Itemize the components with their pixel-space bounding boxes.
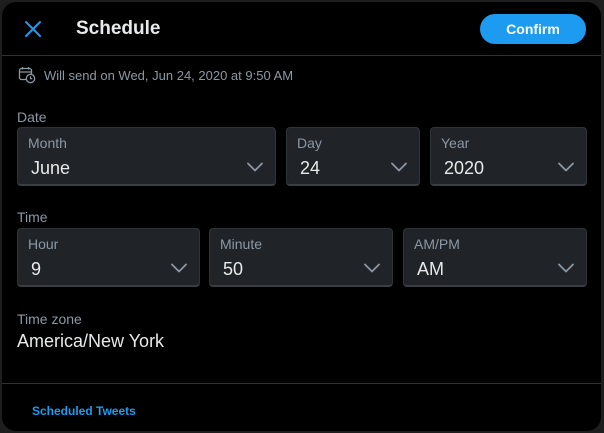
ampm-value: AM	[417, 259, 444, 279]
close-button[interactable]	[16, 12, 50, 46]
hour-value: 9	[31, 259, 42, 279]
minute-label: Minute	[220, 236, 263, 252]
dialog-footer: Scheduled Tweets	[2, 383, 601, 431]
year-select[interactable]: Year 2020	[430, 127, 587, 186]
schedule-dialog: Schedule Confirm Will send on Wed, Jun 2…	[2, 2, 601, 431]
day-value: 24	[300, 158, 321, 178]
confirm-button[interactable]: Confirm	[480, 14, 586, 44]
chevron-down-icon	[558, 162, 574, 172]
dialog-title: Schedule	[76, 18, 161, 39]
hour-label: Hour	[28, 236, 59, 252]
chevron-down-icon	[247, 162, 263, 172]
close-icon	[25, 21, 41, 37]
send-info-text: Will send on Wed, Jun 24, 2020 at 9:50 A…	[44, 67, 294, 83]
timezone-label: Time zone	[17, 311, 82, 327]
month-select[interactable]: Month June	[17, 127, 276, 186]
chevron-down-icon	[171, 263, 187, 273]
minute-value: 50	[223, 259, 244, 279]
date-section-label: Date	[17, 109, 47, 125]
chevron-down-icon	[364, 263, 380, 273]
send-info: Will send on Wed, Jun 24, 2020 at 9:50 A…	[18, 65, 293, 85]
hour-select[interactable]: Hour 9	[17, 228, 200, 287]
time-section-label: Time	[17, 209, 48, 225]
scheduled-tweets-link[interactable]: Scheduled Tweets	[32, 404, 136, 418]
ampm-select[interactable]: AM/PM AM	[403, 228, 587, 287]
calendar-clock-icon	[18, 67, 36, 84]
year-value: 2020	[444, 158, 485, 178]
month-value: June	[31, 158, 71, 178]
dialog-header: Schedule Confirm	[2, 2, 601, 56]
chevron-down-icon	[558, 263, 574, 273]
timezone-value: America/New York	[17, 331, 165, 351]
day-select[interactable]: Day 24	[286, 127, 420, 186]
ampm-label: AM/PM	[414, 236, 460, 252]
month-label: Month	[28, 135, 67, 151]
minute-select[interactable]: Minute 50	[209, 228, 393, 287]
day-label: Day	[297, 135, 322, 151]
chevron-down-icon	[391, 162, 407, 172]
year-label: Year	[441, 135, 470, 151]
